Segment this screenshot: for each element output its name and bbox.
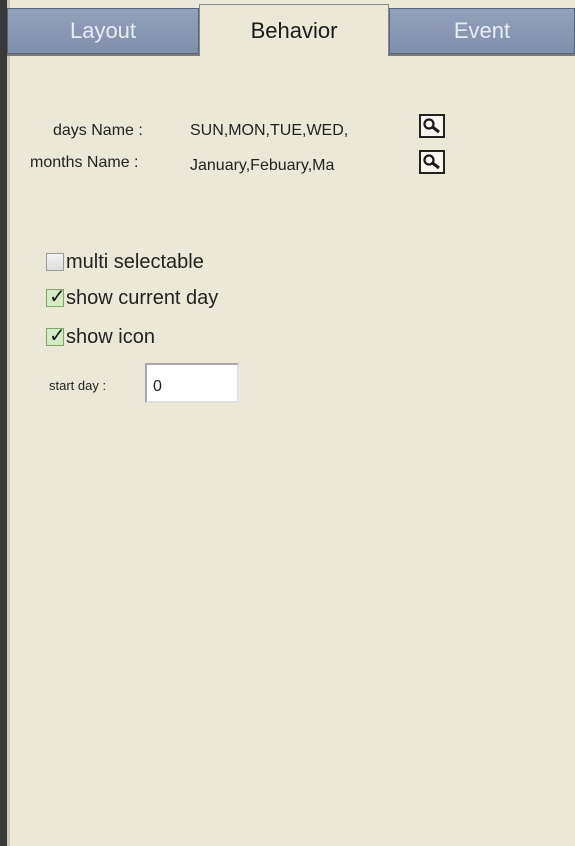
checkmark-icon: ✓ bbox=[49, 286, 66, 308]
show-current-day-option[interactable]: ✓ show current day bbox=[46, 285, 218, 311]
panel-left-border-inner bbox=[7, 0, 10, 846]
months-name-lookup-button[interactable] bbox=[419, 150, 445, 174]
months-name-value: January,Febuary,Ma bbox=[190, 157, 335, 174]
magnifier-icon bbox=[423, 154, 440, 170]
show-current-day-label: show current day bbox=[66, 286, 219, 309]
show-icon-option[interactable]: ✓ show icon bbox=[46, 324, 155, 350]
multi-selectable-label: multi selectable bbox=[66, 250, 204, 273]
show-icon-label: show icon bbox=[66, 325, 155, 348]
multi-selectable-option[interactable]: multi selectable bbox=[46, 249, 204, 275]
months-name-label: months Name : bbox=[30, 154, 139, 171]
show-icon-checkbox[interactable]: ✓ bbox=[46, 325, 66, 347]
days-name-lookup-button[interactable] bbox=[419, 114, 445, 138]
start-day-label: start day : bbox=[49, 378, 107, 393]
tab-event[interactable]: Event bbox=[389, 8, 575, 54]
tab-event-label: Event bbox=[453, 18, 511, 43]
checkmark-icon: ✓ bbox=[49, 325, 66, 347]
active-tab-gap bbox=[200, 54, 388, 57]
days-name-label: days Name : bbox=[53, 122, 143, 139]
magnifier-icon bbox=[423, 118, 440, 134]
panel-left-border bbox=[0, 0, 7, 846]
start-day-input[interactable] bbox=[145, 363, 239, 403]
tab-behavior[interactable]: Behavior bbox=[199, 4, 389, 56]
tab-layout-label: Layout bbox=[69, 18, 137, 43]
tab-behavior-label: Behavior bbox=[250, 17, 338, 43]
multi-selectable-checkbox[interactable] bbox=[46, 253, 64, 271]
tab-bar: Layout Behavior Event bbox=[7, 0, 575, 62]
days-name-value: SUN,MON,TUE,WED, bbox=[190, 122, 349, 139]
show-current-day-checkbox[interactable]: ✓ bbox=[46, 286, 66, 308]
tab-layout[interactable]: Layout bbox=[7, 8, 199, 54]
